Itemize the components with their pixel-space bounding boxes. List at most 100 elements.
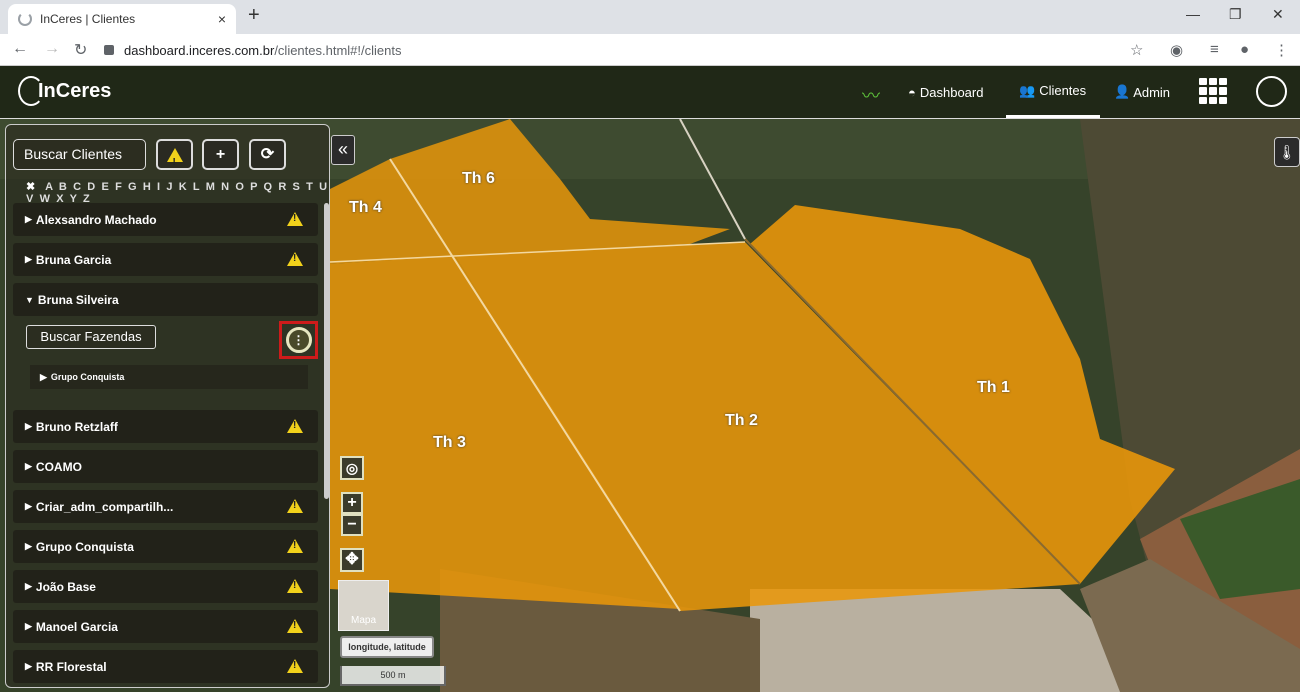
url-path: /clientes.html#!/clients	[274, 42, 402, 58]
nav-label: Dashboard	[919, 84, 984, 100]
forward-icon[interactable]: →	[44, 40, 60, 58]
caret-right-icon: ▶	[25, 501, 32, 511]
restore-button[interactable]: ❐	[1229, 6, 1242, 23]
menu-icon[interactable]: ⋮	[1274, 41, 1289, 59]
client-row[interactable]: ▶ Grupo Conquista	[13, 530, 318, 563]
field-label[interactable]: Th 3	[433, 434, 466, 452]
field-label[interactable]: Th 4	[349, 199, 382, 217]
clear-filter-icon[interactable]: ✖	[26, 181, 37, 193]
client-row[interactable]: ▶ Bruno Retzlaff	[13, 410, 318, 443]
address-bar-row: ← → ↻ dashboard.inceres.com.br /clientes…	[0, 34, 1300, 66]
url-domain: dashboard.inceres.com.br	[124, 42, 275, 58]
panel-scrollbar[interactable]	[324, 203, 329, 499]
minimize-button[interactable]: —	[1186, 6, 1200, 22]
zoom-out-button[interactable]: −	[341, 514, 363, 536]
warning-icon	[166, 147, 183, 176]
farm-group-name: Grupo Conquista	[50, 372, 125, 382]
farm-options-highlight[interactable]: ⋮	[279, 321, 318, 359]
warning-filter-button[interactable]	[156, 139, 193, 176]
reload-icon[interactable]: ↻	[74, 40, 87, 60]
warning-icon	[287, 252, 303, 266]
caret-right-icon: ▶	[25, 254, 32, 264]
coordinate-readout: longitude, latitude	[340, 636, 434, 658]
logo-text: InCeres	[38, 79, 112, 102]
warning-icon	[287, 619, 303, 633]
client-search-input[interactable]: Buscar Clientes	[13, 139, 146, 170]
client-name: João Base	[35, 579, 96, 594]
warning-icon	[287, 539, 303, 553]
star-icon[interactable]: ☆	[1130, 41, 1143, 59]
base-layer-toggle[interactable]: Mapa	[338, 580, 389, 631]
alphabet-filter[interactable]: ✖ A B C D E F G H I J K L M N O P Q R S …	[26, 180, 329, 205]
wifi-icon: 〰	[862, 86, 880, 106]
playlist-icon[interactable]: ≡	[1210, 41, 1219, 58]
caret-right-icon: ▶	[25, 214, 32, 224]
lock-icon	[104, 45, 114, 55]
clients-panel: Buscar Clientes + ⟳ ✖ A B C D E F G H I …	[5, 124, 330, 688]
add-client-button[interactable]: +	[202, 139, 239, 170]
users-icon: 👥	[1019, 82, 1036, 98]
client-row[interactable]: ▶ Bruna Garcia	[13, 243, 318, 276]
back-icon[interactable]: ←	[12, 40, 28, 58]
base-layer-label: Mapa	[350, 615, 376, 626]
client-row[interactable]: ▶ COAMO	[13, 450, 318, 483]
nav-label: Admin	[1133, 84, 1171, 100]
client-name: Grupo Conquista	[35, 539, 134, 554]
farm-search-input[interactable]: Buscar Fazendas	[26, 325, 156, 349]
field-label[interactable]: Th 2	[725, 412, 758, 430]
field-label[interactable]: Th 6	[462, 170, 495, 188]
dashboard-icon: ◓	[908, 84, 916, 100]
scale-bar: 500 m	[340, 666, 446, 686]
nav-clientes[interactable]: 👥 Clientes	[1006, 66, 1100, 118]
alphabet-letters[interactable]: A B C D E F G H I J K L M N O P Q R S T …	[26, 181, 329, 205]
kebab-menu-icon[interactable]: ⋮	[285, 327, 312, 353]
warning-icon	[287, 212, 303, 226]
compass-button[interactable]: ◎	[340, 456, 364, 480]
client-row[interactable]: ▶ Criar_adm_compartilh...	[13, 490, 318, 523]
client-row[interactable]: ▶ Manoel Garcia	[13, 610, 318, 643]
new-tab-button[interactable]: +	[248, 4, 260, 27]
user-avatar[interactable]	[1256, 76, 1287, 107]
warning-icon	[287, 659, 303, 673]
caret-right-icon: ▶	[25, 461, 32, 471]
client-name: RR Florestal	[35, 659, 107, 674]
warning-icon	[287, 579, 303, 593]
nav-admin[interactable]: 👤 Admin	[1114, 66, 1170, 118]
client-name: Criar_adm_compartilh...	[35, 499, 174, 514]
client-row-expanded[interactable]: ▼ Bruna Silveira	[13, 283, 318, 316]
tab-title: InCeres | Clientes	[40, 12, 136, 26]
client-name: Bruna Silveira	[37, 292, 119, 307]
browser-tab[interactable]: InCeres | Clientes ×	[8, 4, 236, 34]
browser-tab-bar: InCeres | Clientes × + — ❐ ✕	[0, 0, 1300, 34]
profile-icon[interactable]: ●	[1240, 41, 1249, 58]
caret-right-icon: ▶	[25, 541, 32, 551]
nav-label: Clientes	[1039, 83, 1087, 98]
client-name: Bruna Garcia	[35, 252, 112, 267]
client-name: Bruno Retzlaff	[35, 419, 118, 434]
close-window-button[interactable]: ✕	[1272, 6, 1284, 23]
caret-right-icon: ▶	[25, 581, 32, 591]
client-row[interactable]: ▶ Alexsandro Machado	[13, 203, 318, 236]
client-row[interactable]: ▶ RR Florestal	[13, 650, 318, 683]
client-row[interactable]: ▶ João Base	[13, 570, 318, 603]
caret-right-icon: ▶	[25, 621, 32, 631]
collapse-panel-button[interactable]: «	[331, 135, 355, 165]
zoom-in-button[interactable]: +	[341, 492, 363, 514]
url-field[interactable]: dashboard.inceres.com.br /clientes.html#…	[104, 38, 1164, 62]
inceres-logo[interactable]: InCeres	[18, 76, 111, 106]
client-name: Manoel Garcia	[35, 619, 118, 634]
client-name: COAMO	[35, 459, 82, 474]
apps-grid-icon[interactable]	[1199, 78, 1227, 104]
client-name: Alexsandro Machado	[35, 212, 157, 227]
nav-dashboard[interactable]: ◓ Dashboard	[908, 66, 983, 118]
refresh-button[interactable]: ⟳	[249, 139, 286, 170]
caret-right-icon: ▶	[40, 371, 47, 382]
warning-icon	[287, 419, 303, 433]
pan-button[interactable]: ✥	[340, 548, 364, 572]
thermometer-icon[interactable]: 🌡	[1274, 137, 1300, 167]
caret-down-icon: ▼	[25, 294, 34, 305]
tab-close-icon[interactable]: ×	[218, 11, 226, 27]
field-label[interactable]: Th 1	[977, 379, 1010, 397]
farm-group-row[interactable]: ▶ Grupo Conquista	[30, 365, 308, 389]
extension-icon[interactable]: ◉	[1170, 41, 1183, 59]
